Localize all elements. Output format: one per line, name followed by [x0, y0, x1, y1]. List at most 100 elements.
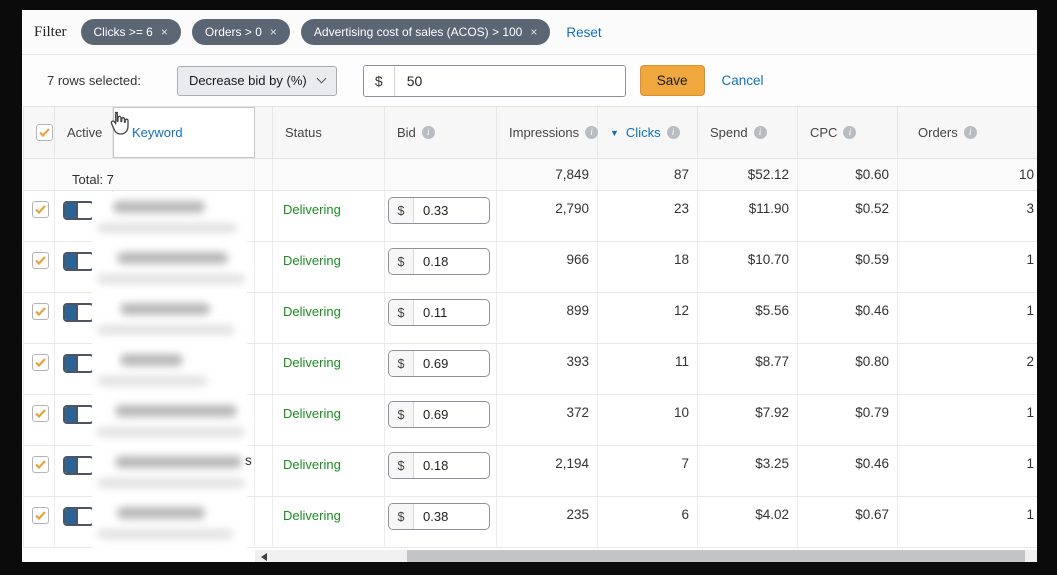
info-icon[interactable]: i [666, 126, 680, 139]
impressions-value: 235 [497, 497, 598, 547]
scrollbar-thumb[interactable] [407, 550, 1025, 562]
redacted-keyword-subtext [97, 529, 233, 539]
bid-input[interactable]: $ 0.18 [388, 452, 490, 479]
total-cpc: $0.60 [798, 159, 898, 190]
remove-filter-icon[interactable]: × [161, 25, 168, 39]
bid-currency-prefix: $ [389, 198, 414, 223]
info-icon[interactable]: i [843, 126, 857, 139]
cpc-value: $0.52 [798, 191, 898, 241]
clicks-value: 18 [598, 242, 698, 292]
row-checkbox[interactable] [32, 201, 49, 218]
filter-bar: Filter Clicks >= 6 × Orders > 0 × Advertisin… [22, 10, 1037, 55]
bid-value-input[interactable] [394, 65, 625, 96]
horizontal-scrollbar[interactable] [255, 550, 1037, 562]
check-icon [35, 358, 46, 367]
active-toggle[interactable] [63, 507, 94, 526]
column-header-keyword[interactable]: Keyword [113, 107, 255, 158]
active-toggle[interactable] [63, 456, 94, 475]
row-checkbox[interactable] [32, 303, 49, 320]
filter-chip[interactable]: Advertising cost of sales (ACOS) > 100 × [300, 19, 551, 45]
orders-value: 1 [1026, 507, 1034, 522]
bid-value: 0.18 [423, 458, 449, 473]
total-clicks: 87 [598, 159, 698, 190]
header-checkbox-cell [23, 107, 55, 158]
orders-value: 1 [1026, 303, 1034, 318]
redacted-keyword-text [115, 456, 242, 468]
spend-value: $5.56 [698, 293, 798, 343]
filter-chip[interactable]: Orders > 0 × [191, 19, 290, 45]
column-header-orders[interactable]: Orders i [898, 107, 1037, 158]
row-checkbox[interactable] [32, 405, 49, 422]
cancel-link[interactable]: Cancel [722, 73, 764, 88]
bid-currency-prefix: $ [389, 249, 414, 274]
column-header-bid[interactable]: Bid i [385, 107, 497, 158]
reset-filters-link[interactable]: Reset [566, 25, 601, 40]
bulk-action-dropdown[interactable]: Decrease bid by (%) [176, 65, 337, 96]
filter-chip-label: Orders > 0 [204, 25, 262, 39]
status-text: Delivering [283, 406, 341, 421]
bid-value: 0.18 [423, 254, 449, 269]
bid-value: 0.11 [423, 305, 448, 320]
spend-value: $10.70 [698, 242, 798, 292]
redacted-keyword-text [113, 201, 205, 213]
orders-value: 1 [1026, 405, 1034, 420]
impressions-value: 2,194 [497, 446, 598, 496]
info-icon[interactable]: i [585, 126, 599, 139]
bid-input[interactable]: $ 0.33 [388, 197, 490, 224]
remove-filter-icon[interactable]: × [530, 25, 537, 39]
spend-value: $4.02 [698, 497, 798, 547]
currency-prefix: $ [363, 65, 395, 96]
check-icon [39, 128, 50, 137]
bid-currency-prefix: $ [389, 402, 414, 427]
rows-selected-label: 7 rows selected: [47, 73, 141, 88]
cpc-value: $0.59 [798, 242, 898, 292]
clicks-value: 11 [598, 344, 698, 394]
redacted-keyword-text [120, 303, 210, 315]
table-header-row: Active Keyword Status Bid i Impressions i … [23, 106, 1037, 159]
bid-currency-prefix: $ [389, 504, 414, 529]
redacted-keyword-text [117, 252, 228, 264]
remove-filter-icon[interactable]: × [270, 25, 277, 39]
column-header-cpc[interactable]: CPC i [798, 107, 898, 158]
clicks-value: 12 [598, 293, 698, 343]
row-checkbox[interactable] [32, 456, 49, 473]
check-icon [35, 205, 46, 214]
redacted-keyword-text [115, 405, 237, 417]
row-checkbox[interactable] [32, 252, 49, 269]
filter-chip[interactable]: Clicks >= 6 × [80, 19, 181, 45]
row-checkbox[interactable] [32, 354, 49, 371]
column-header-impressions[interactable]: Impressions i [497, 107, 599, 158]
active-toggle[interactable] [63, 405, 94, 424]
bid-input[interactable]: $ 0.18 [388, 248, 490, 275]
app-window: Filter Clicks >= 6 × Orders > 0 × Advertisin… [22, 10, 1037, 562]
orders-value: 2 [1026, 354, 1034, 369]
clicks-value: 7 [598, 446, 698, 496]
spend-value: $3.25 [698, 446, 798, 496]
spend-value: $7.92 [698, 395, 798, 445]
active-toggle[interactable] [63, 303, 94, 322]
check-icon [35, 409, 46, 418]
clicks-value: 23 [598, 191, 698, 241]
bid-input[interactable]: $ 0.69 [388, 401, 490, 428]
active-toggle[interactable] [63, 354, 94, 373]
column-header-active[interactable]: Active [55, 107, 113, 158]
info-icon[interactable]: i [753, 126, 767, 139]
column-header-clicks[interactable]: ▼ Clicks i [598, 107, 698, 158]
info-icon[interactable]: i [963, 126, 977, 139]
info-icon[interactable]: i [421, 126, 435, 139]
row-checkbox[interactable] [32, 507, 49, 524]
scroll-left-arrow-icon[interactable] [261, 552, 267, 561]
bid-input[interactable]: $ 0.11 [388, 299, 490, 326]
status-text: Delivering [283, 202, 341, 217]
active-toggle[interactable] [63, 201, 94, 220]
status-text: Delivering [283, 457, 341, 472]
bid-input[interactable]: $ 0.38 [388, 503, 490, 530]
select-all-checkbox[interactable] [36, 124, 53, 141]
redacted-keyword-subtext [97, 376, 208, 386]
bid-input[interactable]: $ 0.69 [388, 350, 490, 377]
column-header-status[interactable]: Status [273, 107, 385, 158]
column-header-spend[interactable]: Spend i [698, 107, 798, 158]
redacted-keyword-subtext [97, 274, 245, 284]
active-toggle[interactable] [63, 252, 94, 271]
save-button[interactable]: Save [639, 65, 705, 96]
